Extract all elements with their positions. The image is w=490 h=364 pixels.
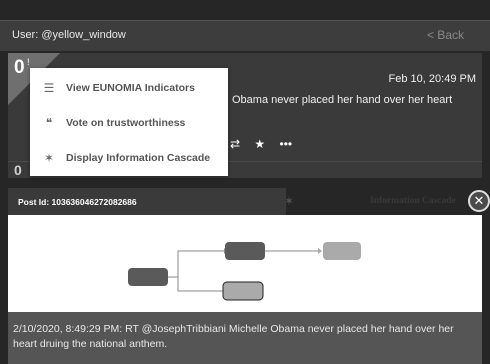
cascade-graph-svg xyxy=(128,242,361,301)
menu-item-label: View EUNOMIA Indicators xyxy=(66,82,195,94)
edge-root-a xyxy=(168,250,224,278)
star-icon[interactable]: ★ xyxy=(254,137,265,151)
post-actions: ⇄ ★ ••• xyxy=(230,137,303,151)
menu-item-view-indicators[interactable]: ☰ View EUNOMIA Indicators xyxy=(30,71,228,105)
post-date: Feb 10, 20:49 PM xyxy=(388,73,476,85)
list-icon: ☰ xyxy=(43,81,55,95)
tweet-detail-text: 2/10/2020, 8:49:29 PM: RT @JosephTribbia… xyxy=(13,323,454,350)
menu-item-vote[interactable]: ❝ Vote on trustworthiness xyxy=(30,106,228,140)
node-retweet-b[interactable] xyxy=(222,281,264,301)
menu-item-label: Display Information Cascade xyxy=(66,152,211,164)
edge-root-b xyxy=(177,277,224,292)
menu-item-label: Vote on trustworthiness xyxy=(66,117,186,129)
cascade-footer: 2/10/2020, 8:49:29 PM: RT @JosephTribbia… xyxy=(8,312,482,364)
top-bar: User: @yellow_window < Back xyxy=(0,20,490,51)
node-root[interactable] xyxy=(128,268,168,286)
next-post-score: 0 xyxy=(14,162,22,178)
cascade-panel: Post Id: 1036360462720826​86 ✶ Informati… xyxy=(8,188,482,364)
panel-header-notch xyxy=(258,188,286,215)
cascade-header-icon: ✶ xyxy=(284,194,295,208)
thumbs-icon: ❝ xyxy=(45,116,53,130)
close-button[interactable]: ✕ xyxy=(468,190,490,212)
cascade-title: Information Cascade xyxy=(370,196,456,206)
context-menu: ☰ View EUNOMIA Indicators ❝ Vote on trus… xyxy=(30,68,228,176)
post-id: Post Id: 1036360462720826​86 xyxy=(18,197,137,207)
arrow-c xyxy=(318,248,322,254)
app-frame: User: @yellow_window < Back 0 ! Feb 10, … xyxy=(0,0,490,364)
menu-item-display-cascade[interactable]: ✶ Display Information Cascade xyxy=(30,141,228,175)
cascade-graph xyxy=(8,215,482,312)
score-value: 0 xyxy=(14,57,25,78)
cascade-icon: ✶ xyxy=(43,151,55,165)
retweet-icon[interactable]: ⇄ xyxy=(230,137,240,151)
more-icon[interactable]: ••• xyxy=(280,137,293,151)
node-retweet-a[interactable] xyxy=(225,242,265,260)
user-label: User: @yellow_window xyxy=(12,29,126,41)
score-marker: ! xyxy=(27,57,30,67)
post-text: Obama never placed her hand over her hea… xyxy=(232,94,453,106)
back-button[interactable]: < Back xyxy=(427,28,464,42)
node-retweet-c[interactable] xyxy=(323,242,361,260)
